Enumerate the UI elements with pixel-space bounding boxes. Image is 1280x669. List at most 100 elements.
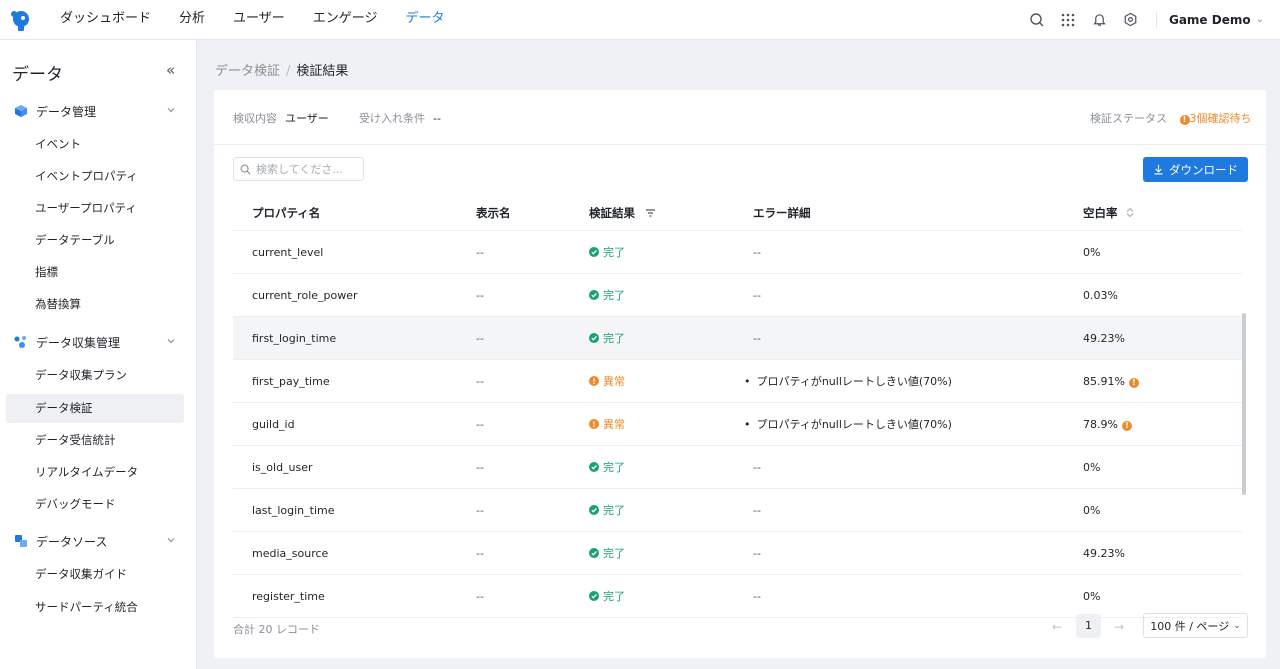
- bell-icon[interactable]: [1084, 0, 1115, 40]
- display-name: --: [476, 289, 484, 302]
- validation-result: 異常: [589, 403, 625, 446]
- col-blank-rate-label: 空白率: [1083, 206, 1118, 220]
- page-number[interactable]: 1: [1076, 614, 1101, 638]
- blank-rate-value: 0%: [1083, 504, 1101, 517]
- results-card: 検収内容ユーザー 受け入れ条件-- 検証ステータス !3個確認待ち ダウンロード…: [214, 90, 1266, 658]
- chevron-down-icon: [167, 538, 175, 543]
- breadcrumb-data-validation[interactable]: データ検証: [215, 64, 280, 79]
- nav-data[interactable]: データ: [392, 0, 459, 40]
- next-page-icon[interactable]: →: [1114, 620, 1124, 634]
- sidebar-item-data-tables[interactable]: データテーブル: [6, 226, 184, 255]
- project-selector[interactable]: Game Demo ⌄: [1169, 13, 1264, 27]
- sidebar-item-receive-stats[interactable]: データ受信統計: [6, 426, 184, 455]
- check-circle-icon: [589, 333, 599, 343]
- sidebar-item-user-properties[interactable]: ユーザープロパティ: [6, 194, 184, 223]
- error-detail: --: [753, 504, 761, 517]
- sidebar-title: データ: [12, 65, 63, 85]
- content-value: ユーザー: [285, 112, 329, 125]
- sort-icon[interactable]: [1126, 207, 1134, 218]
- col-validation-result: 検証結果: [589, 195, 656, 231]
- table-row[interactable]: media_source -- 完了 -- 49.23%: [233, 532, 1242, 575]
- sidebar-item-events[interactable]: イベント: [6, 130, 184, 159]
- breadcrumb-current: 検証結果: [296, 64, 349, 79]
- sidebar-group-label: データソース: [36, 534, 108, 549]
- table-row[interactable]: current_role_power -- 完了 -- 0.03%: [233, 274, 1242, 317]
- sidebar-group-data-management[interactable]: データ管理: [0, 96, 197, 126]
- sidebar-item-metrics[interactable]: 指標: [6, 258, 184, 287]
- chevron-down-icon: [167, 339, 175, 344]
- table-row[interactable]: last_login_time -- 完了 -- 0%: [233, 489, 1242, 532]
- blank-rate: 0%: [1083, 575, 1100, 618]
- page-size-label: 100 件 / ページ: [1150, 619, 1230, 633]
- search-box[interactable]: [233, 157, 364, 181]
- search-input[interactable]: [256, 162, 356, 176]
- table-row[interactable]: is_old_user -- 完了 -- 0%: [233, 446, 1242, 489]
- sidebar-item-realtime-data[interactable]: リアルタイムデータ: [6, 458, 184, 487]
- property-name: media_source: [252, 547, 329, 560]
- table-row[interactable]: current_level -- 完了 -- 0%: [233, 231, 1242, 274]
- table-row[interactable]: first_login_time -- 完了 -- 49.23%: [233, 317, 1242, 360]
- table-row[interactable]: register_time -- 完了 -- 0%: [233, 575, 1242, 618]
- breadcrumb: データ検証 / 検証結果: [215, 60, 348, 79]
- blank-rate: 0%: [1083, 446, 1100, 489]
- error-detail: プロパティがnullレートしきい値(70%): [744, 360, 952, 403]
- sidebar-item-collection-guide[interactable]: データ収集ガイド: [6, 560, 184, 589]
- nodes-icon: [14, 336, 26, 348]
- validation-result: 完了: [589, 231, 625, 274]
- sidebar-item-data-validation[interactable]: データ検証: [6, 394, 184, 423]
- blank-rate-value: 49.23%: [1083, 332, 1125, 345]
- filter-icon[interactable]: [645, 208, 656, 218]
- sidebar-item-event-properties[interactable]: イベントプロパティ: [6, 162, 184, 191]
- sidebar-item-collection-plan[interactable]: データ収集プラン: [6, 361, 184, 390]
- validation-result: 完了: [589, 575, 625, 618]
- prev-page-icon[interactable]: ←: [1052, 620, 1062, 634]
- chevron-down-icon: [167, 108, 175, 113]
- top-navbar: ダッシュボード 分析 ユーザー エンゲージ データ Game Demo ⌄: [0, 0, 1280, 40]
- download-button[interactable]: ダウンロード: [1143, 157, 1248, 182]
- nav-dashboard[interactable]: ダッシュボード: [46, 0, 165, 40]
- sidebar-group-label: データ収集管理: [36, 335, 121, 350]
- display-name: --: [476, 375, 484, 388]
- status-label: 検証ステータス: [1090, 112, 1167, 125]
- sidebar-group-collection-management[interactable]: データ収集管理: [0, 327, 197, 357]
- validation-result-label: 完了: [603, 590, 625, 603]
- blank-rate-value: 78.9%: [1083, 418, 1118, 431]
- nav-analysis[interactable]: 分析: [165, 0, 219, 40]
- display-name: --: [476, 246, 484, 259]
- col-validation-result-label: 検証結果: [589, 206, 635, 220]
- blank-rate: 49.23%: [1083, 317, 1125, 360]
- nav-engage[interactable]: エンゲージ: [299, 0, 392, 40]
- page-size-select[interactable]: 100 件 / ページ ⌄: [1143, 613, 1248, 638]
- table-scrollbar[interactable]: [1242, 313, 1246, 495]
- divider: [1155, 11, 1157, 28]
- total-records: 合計 20 レコード: [233, 623, 320, 636]
- sidebar-group-data-sources[interactable]: データソース: [0, 526, 197, 556]
- property-name: current_role_power: [252, 289, 358, 302]
- error-detail: --: [753, 547, 761, 560]
- search-icon[interactable]: [1022, 0, 1053, 40]
- table-row[interactable]: first_pay_time -- 異常 プロパティがnullレートしきい値(70%)…: [233, 360, 1242, 403]
- sidebar-item-third-party[interactable]: サードパーティ統合: [6, 593, 184, 622]
- grid-icon[interactable]: [1053, 0, 1084, 40]
- validation-info-bar: 検収内容 ユーザー 受け入れ条件 -- 検証ステータス ! 3個確認待ち: [214, 90, 1266, 145]
- col-display-name: 表示名: [476, 206, 511, 220]
- status-value[interactable]: 3個確認待ち: [1190, 112, 1252, 125]
- validation-result-label: 完了: [603, 332, 625, 345]
- col-error-detail: エラー詳細: [753, 206, 811, 220]
- main-nav: ダッシュボード 分析 ユーザー エンゲージ データ: [46, 0, 459, 40]
- content-label: 検収内容: [233, 112, 277, 125]
- validation-result-label: 完了: [603, 461, 625, 474]
- collapse-sidebar-icon[interactable]: «: [166, 61, 175, 79]
- download-label: ダウンロード: [1169, 162, 1238, 177]
- table-row[interactable]: guild_id -- 異常 プロパティがnullレートしきい値(70%) 78.9%!: [233, 403, 1242, 446]
- logo-icon[interactable]: [8, 8, 32, 32]
- validation-result: 異常: [589, 360, 625, 403]
- sidebar-item-exchange-rate[interactable]: 為替換算: [6, 290, 184, 319]
- chevron-down-icon: ⌄: [1255, 14, 1264, 25]
- blank-rate-value: 85.91%: [1083, 375, 1125, 388]
- col-property-name: プロパティ名: [252, 206, 321, 220]
- settings-icon[interactable]: [1115, 0, 1146, 40]
- sidebar-item-debug-mode[interactable]: デバッグモード: [6, 490, 184, 519]
- check-circle-icon: [589, 247, 599, 257]
- nav-users[interactable]: ユーザー: [219, 0, 299, 40]
